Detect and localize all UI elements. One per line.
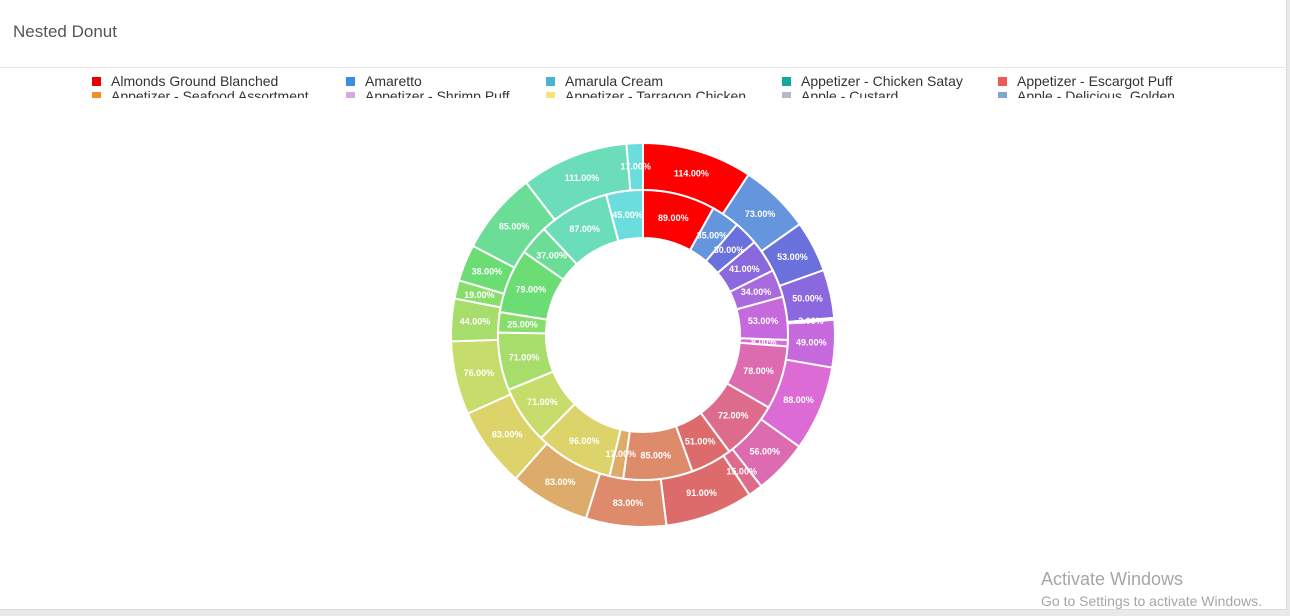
slice-data-label: 96.00%	[569, 436, 600, 446]
slice-data-label: 88.00%	[783, 395, 814, 405]
slice-data-label: 17.00%	[620, 162, 651, 172]
slice-data-label: 17.00%	[605, 449, 636, 459]
slice-data-label: 91.00%	[686, 488, 717, 498]
slice-data-label: 2.00%	[798, 316, 824, 326]
slice-data-label: 85.00%	[640, 450, 671, 460]
slice-data-label: 41.00%	[729, 264, 760, 274]
slice-data-label: 78.00%	[743, 366, 774, 376]
slice-data-label: 8.00%	[751, 337, 777, 347]
slice-data-label: 85.00%	[499, 221, 530, 231]
slice-data-label: 71.00%	[527, 397, 558, 407]
slice-data-label: 35.00%	[697, 231, 728, 241]
slice-data-label: 89.00%	[658, 213, 689, 223]
slice-data-label: 51.00%	[685, 437, 716, 447]
slice-data-label: 111.00%	[565, 173, 600, 183]
slice-data-label: 49.00%	[796, 338, 827, 348]
slice-data-label: 44.00%	[460, 317, 491, 327]
slice-data-label: 37.00%	[536, 251, 567, 261]
slice-data-label: 25.00%	[507, 319, 538, 329]
slice-data-label: 71.00%	[509, 352, 540, 362]
slice-data-label: 50.00%	[792, 294, 823, 304]
nested-donut-chart: 114.00% 73.00% 53.00% 50.00% 2.00% 49.00% 88.0…	[450, 141, 836, 528]
slice-data-label: 34.00%	[741, 287, 772, 297]
slice-data-label: 45.00%	[612, 210, 643, 220]
activate-windows-title: Activate Windows	[1041, 569, 1184, 589]
slice-data-label: 15.00%	[726, 467, 757, 477]
slice-data-label: 83.00%	[545, 477, 576, 487]
slice-data-label: 56.00%	[749, 447, 780, 457]
slice-data-label: 79.00%	[516, 285, 547, 295]
slice-data-label: 83.00%	[613, 498, 644, 508]
slice-data-label: 53.00%	[748, 316, 779, 326]
slice-data-label: 83.00%	[492, 430, 523, 440]
slice-data-label: 53.00%	[777, 252, 808, 262]
slice-data-label: 76.00%	[464, 368, 495, 378]
slice-data-label: 87.00%	[569, 224, 600, 234]
activate-windows-subtitle: Go to Settings to activate Windows.	[1041, 593, 1262, 609]
slice-data-label: 19.00%	[464, 290, 495, 300]
chart-card: Nested Donut Almonds Ground Blanched Amar…	[0, 0, 1287, 610]
slice-data-label: 73.00%	[745, 209, 776, 219]
slice-data-label: 38.00%	[472, 267, 503, 277]
slice-data-label: 30.00%	[714, 245, 745, 255]
slice-data-label: 114.00%	[674, 169, 709, 179]
slice-data-label: 72.00%	[718, 411, 749, 421]
